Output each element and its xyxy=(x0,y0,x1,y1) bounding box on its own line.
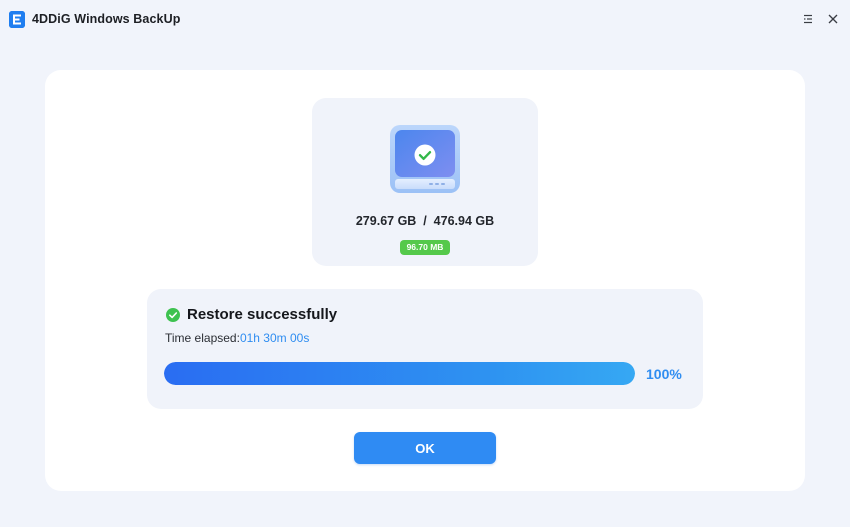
time-elapsed-value: 01h 30m 00s xyxy=(239,331,310,345)
progress-percent: 100% xyxy=(646,366,682,382)
title-bar: 4DDiG Windows BackUp xyxy=(0,0,850,38)
app-logo-icon xyxy=(9,11,25,28)
close-icon[interactable] xyxy=(825,11,841,27)
status-title: Restore successfully xyxy=(187,306,338,323)
app-title: 4DDiG Windows BackUp xyxy=(32,12,181,26)
progress-bar xyxy=(164,362,635,385)
progress-fill xyxy=(164,362,635,385)
speed-badge: 96.70 MB xyxy=(400,240,450,255)
menu-icon[interactable] xyxy=(800,11,816,27)
disk-size-text: 279.67 GB / 476.94 GB xyxy=(355,214,495,228)
success-check-icon xyxy=(166,308,180,322)
ok-button[interactable]: OK xyxy=(354,432,496,464)
time-elapsed-label: Time elapsed: xyxy=(165,331,240,345)
disk-check-icon xyxy=(389,124,461,194)
time-elapsed: Time elapsed:01h 30m 00s xyxy=(165,331,309,345)
